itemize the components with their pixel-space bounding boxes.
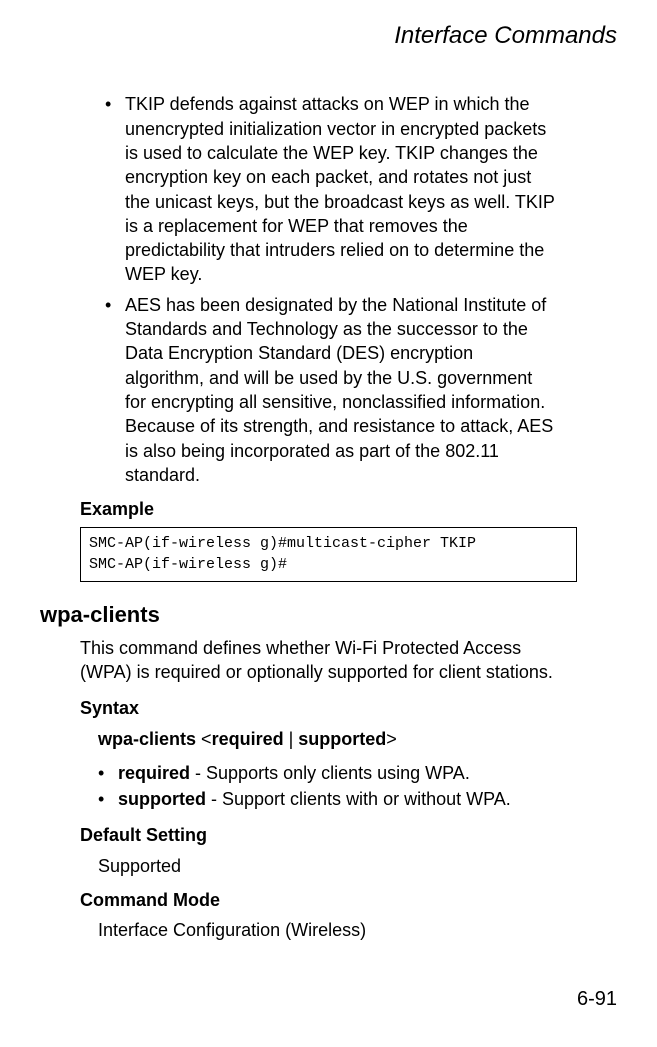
command-mode-value: Interface Configuration (Wireless)	[98, 918, 577, 942]
options-list: required - Supports only clients using W…	[98, 761, 577, 812]
command-heading: wpa-clients	[40, 600, 617, 630]
syntax-command-name: wpa-clients	[98, 729, 196, 749]
command-mode-label: Command Mode	[80, 888, 617, 912]
example-code-box: SMC-AP(if-wireless g)#multicast-cipher T…	[80, 527, 577, 582]
list-item: AES has been designated by the National …	[105, 293, 557, 487]
page-container: Interface Commands TKIP defends against …	[0, 0, 657, 1047]
syntax-open-bracket: <	[201, 729, 212, 749]
list-item: required - Supports only clients using W…	[98, 761, 577, 785]
syntax-option-required: required	[212, 729, 284, 749]
default-setting-label: Default Setting	[80, 823, 617, 847]
syntax-label: Syntax	[80, 696, 617, 720]
page-number: 6-91	[577, 986, 617, 1013]
syntax-line: wpa-clients <required | supported>	[98, 727, 577, 751]
option-name-required: required	[118, 763, 190, 783]
top-bullet-list: TKIP defends against attacks on WEP in w…	[40, 92, 617, 487]
option-desc-supported: - Support clients with or without WPA.	[206, 789, 511, 809]
page-header-title: Interface Commands	[40, 20, 617, 52]
syntax-option-supported: supported	[298, 729, 386, 749]
syntax-close-bracket: >	[386, 729, 397, 749]
command-description: This command defines whether Wi-Fi Prote…	[80, 636, 577, 685]
list-item: TKIP defends against attacks on WEP in w…	[105, 92, 557, 286]
list-item: supported - Support clients with or with…	[98, 787, 577, 811]
option-desc-required: - Supports only clients using WPA.	[190, 763, 470, 783]
option-name-supported: supported	[118, 789, 206, 809]
syntax-separator: |	[284, 729, 299, 749]
example-label: Example	[80, 497, 617, 521]
default-setting-value: Supported	[98, 854, 577, 878]
